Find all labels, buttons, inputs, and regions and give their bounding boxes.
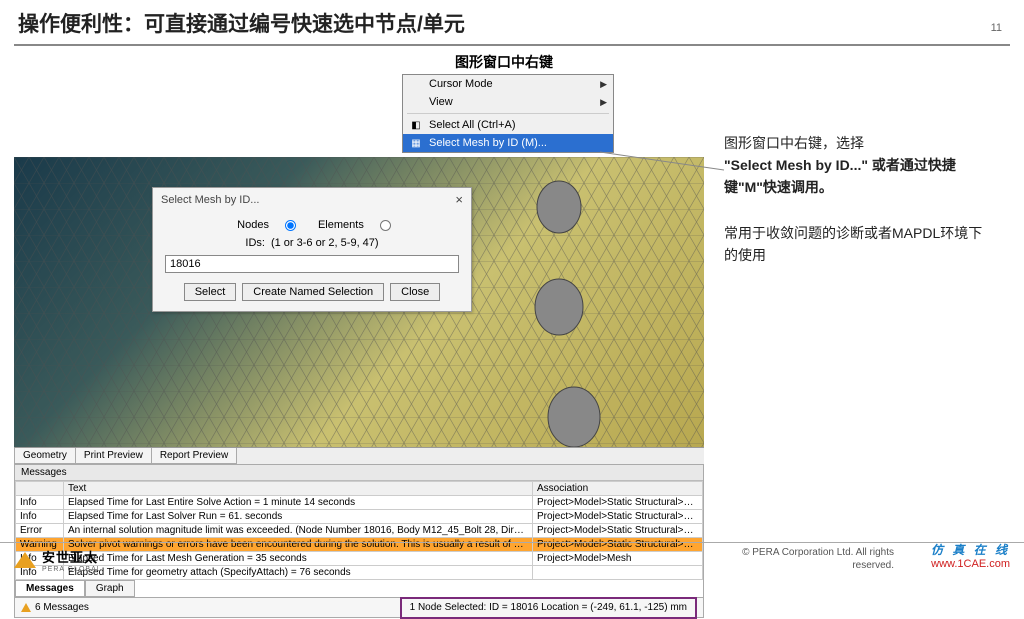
cell-type: Error (16, 524, 64, 538)
chevron-right-icon: ▶ (600, 97, 607, 108)
note-line: 常用于收敛问题的诊断或者MAPDL环境下的使用 (724, 222, 994, 266)
tab-geometry[interactable]: Geometry (14, 448, 76, 464)
copyright: © PERA Corporation Ltd. All rights reser… (742, 546, 894, 572)
warning-icon (21, 603, 31, 612)
annotation-column: 图形窗口中右键，选择 "Select Mesh by ID..." 或者通过快捷… (704, 52, 994, 618)
ids-label: IDs: (245, 237, 265, 249)
status-bar: 6 Messages 1 Node Selected: ID = 18016 L… (14, 598, 704, 618)
col-text: Text (64, 482, 533, 496)
cell-text: An internal solution magnitude limit was… (64, 524, 533, 538)
cell-assoc: Project>Model>Static Structural>Solutio (533, 510, 703, 524)
mesh-viewport[interactable]: Select Mesh by ID... × Nodes Elements ID… (14, 157, 704, 447)
cell-type: Info (16, 510, 64, 524)
cell-assoc: Project>Model>Static Structural>Solutio (533, 524, 703, 538)
table-row[interactable]: InfoElapsed Time for Last Solver Run = 6… (16, 510, 703, 524)
mesh-id-icon: ▦ (409, 136, 423, 150)
elements-label: Elements (318, 219, 364, 231)
ids-row: IDs: (1 or 3-6 or 2, 5-9, 47) (165, 237, 459, 249)
logo-text: 安世亚太 (42, 547, 102, 566)
cell-text: Elapsed Time for Last Entire Solve Actio… (64, 496, 533, 510)
ids-hint: (1 or 3-6 or 2, 5-9, 47) (271, 237, 379, 249)
context-menu-caption: 图形窗口中右键 (404, 52, 604, 72)
note-bold: "Select Mesh by ID..." (724, 157, 868, 173)
col-association: Association (533, 482, 703, 496)
menu-cursor-mode[interactable]: Cursor Mode ▶ (403, 75, 613, 93)
footer: 安世亚太 PERA GLOBAL © PERA Corporation Ltd.… (0, 542, 1024, 576)
nodes-radio[interactable] (285, 220, 296, 231)
elements-radio[interactable] (380, 220, 391, 231)
chevron-right-icon: ▶ (600, 79, 607, 90)
select-button[interactable]: Select (184, 283, 237, 301)
table-header-row: Text Association (16, 482, 703, 496)
menu-select-all[interactable]: ◧ Select All (Ctrl+A) (403, 116, 613, 134)
page-title: 操作便利性：可直接通过编号快速选中节点/单元 (0, 0, 1024, 44)
logo-sub: PERA GLOBAL (42, 566, 102, 573)
messages-panel: Messages Text Association InfoElapsed Ti… (14, 464, 704, 598)
select-all-icon: ◧ (409, 118, 423, 132)
col-blank (16, 482, 64, 496)
view-tabs: Geometry Print Preview Report Preview (14, 447, 704, 464)
logo-triangle-icon (14, 552, 36, 568)
menu-label: Select Mesh by ID (M)... (429, 137, 547, 149)
menu-label: Select All (Ctrl+A) (429, 119, 516, 131)
tab-graph[interactable]: Graph (85, 580, 135, 597)
close-button[interactable]: Close (390, 283, 440, 301)
tab-report-preview[interactable]: Report Preview (151, 448, 237, 464)
brand-watermark: 仿 真 在 线 www.1CAE.com (931, 543, 1010, 571)
close-icon[interactable]: × (455, 192, 463, 207)
menu-view[interactable]: View ▶ (403, 93, 613, 111)
menu-select-mesh-by-id[interactable]: ▦ Select Mesh by ID (M)... (403, 134, 613, 152)
menu-label: Cursor Mode (429, 78, 493, 90)
cell-text: Elapsed Time for Last Solver Run = 61. s… (64, 510, 533, 524)
messages-count: 6 Messages (35, 602, 89, 613)
table-row[interactable]: ErrorAn internal solution magnitude limi… (16, 524, 703, 538)
create-named-selection-button[interactable]: Create Named Selection (242, 283, 384, 301)
blank-icon (409, 95, 423, 109)
bottom-tabs: Messages Graph (15, 580, 703, 597)
nodes-label: Nodes (237, 219, 269, 231)
menu-separator (407, 113, 609, 114)
title-divider (14, 44, 1010, 46)
select-mesh-dialog: Select Mesh by ID... × Nodes Elements ID… (152, 187, 472, 312)
tab-messages[interactable]: Messages (15, 580, 85, 597)
menu-label: View (429, 96, 453, 108)
note-line: 图形窗口中右键，选择 (724, 135, 864, 151)
cell-type: Info (16, 496, 64, 510)
logo: 安世亚太 PERA GLOBAL (14, 547, 102, 573)
dialog-titlebar[interactable]: Select Mesh by ID... × (153, 188, 471, 211)
messages-panel-title: Messages (15, 465, 703, 481)
tab-print-preview[interactable]: Print Preview (75, 448, 152, 464)
cell-assoc: Project>Model>Static Structural>Solutio (533, 496, 703, 510)
table-row[interactable]: InfoElapsed Time for Last Entire Solve A… (16, 496, 703, 510)
context-menu: Cursor Mode ▶ View ▶ ◧ Select All (Ctrl+… (402, 74, 614, 153)
status-selection-box: 1 Node Selected: ID = 18016 Location = (… (400, 597, 697, 619)
ids-input[interactable] (165, 255, 459, 273)
page-number: 11 (991, 22, 1002, 34)
blank-icon (409, 77, 423, 91)
dialog-title: Select Mesh by ID... (161, 194, 259, 206)
radio-row: Nodes Elements (165, 219, 459, 231)
